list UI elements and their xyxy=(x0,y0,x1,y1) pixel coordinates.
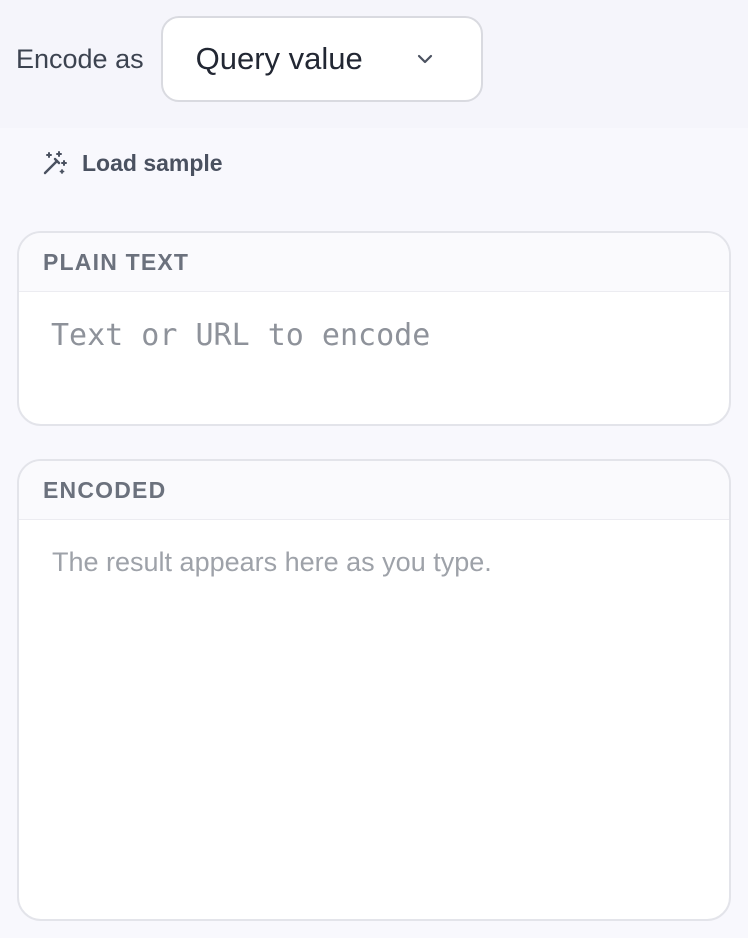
plain-text-title: PLAIN TEXT xyxy=(43,248,190,275)
encoded-panel: ENCODED The result appears here as you t… xyxy=(17,459,731,921)
encode-mode-value: Query value xyxy=(195,41,363,76)
plain-text-input[interactable] xyxy=(19,292,729,424)
encode-as-label: Encode as xyxy=(16,43,144,74)
encoded-output[interactable]: The result appears here as you type. xyxy=(19,520,729,919)
encoded-title: ENCODED xyxy=(43,476,167,503)
magic-wand-icon xyxy=(41,149,69,177)
plain-text-panel-header: PLAIN TEXT xyxy=(19,233,729,292)
url-encoder-page: Encode as Query value Load sample PLAIN … xyxy=(0,0,748,938)
plain-text-panel: PLAIN TEXT xyxy=(17,231,731,426)
chevron-down-icon xyxy=(413,47,437,71)
encoded-panel-header: ENCODED xyxy=(19,461,729,520)
encode-mode-row: Encode as Query value xyxy=(16,16,483,102)
load-sample-button[interactable]: Load sample xyxy=(41,146,223,180)
encode-mode-select[interactable]: Query value xyxy=(160,16,483,102)
load-sample-label: Load sample xyxy=(82,149,223,176)
